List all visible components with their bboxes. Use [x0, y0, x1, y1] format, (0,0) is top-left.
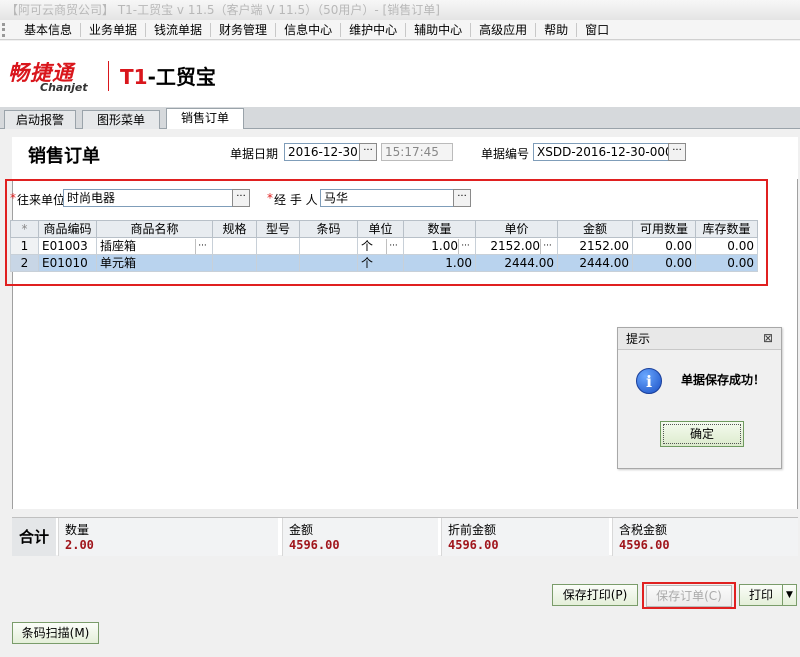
date-field[interactable]: 2016-12-30: [284, 143, 360, 161]
print-dropdown-arrow-icon[interactable]: ▼: [782, 584, 797, 606]
date-label: 单据日期: [230, 147, 279, 161]
page-title: 销售订单: [28, 146, 100, 167]
total-pre-discount-value: 4596.00: [448, 538, 499, 552]
doc-no-field[interactable]: XSDD-2016-12-30-00001: [533, 143, 669, 161]
save-print-button[interactable]: 保存打印(P): [552, 584, 638, 606]
menu-window[interactable]: 窗口: [577, 23, 617, 37]
product-name: T1-工贸宝: [120, 61, 216, 90]
brand-logo-en: Chanjet: [40, 81, 88, 94]
total-amount-value: 4596.00: [289, 538, 340, 552]
menu-aux-center[interactable]: 辅助中心: [406, 22, 472, 37]
total-qty-value: 2.00: [65, 538, 94, 552]
totals-bar: 合计 数量 2.00 金额 4596.00 折前金额 4596.00 含税金额 …: [12, 517, 798, 556]
total-tax-included: 含税金额 4596.00: [612, 518, 798, 556]
brand-bar: 畅捷通 Chanjet T1-工贸宝: [0, 41, 800, 107]
menu-bar: 基本信息 业务单据 钱流单据 财务管理 信息中心 维护中心 辅助中心 高级应用 …: [0, 20, 800, 40]
window-title: 【阿可云商贸公司】 T1-工贸宝 v 11.5（客户端 V 11.5）（50用户…: [0, 0, 800, 20]
menu-advanced[interactable]: 高级应用: [471, 22, 537, 37]
highlight-box-form: [5, 179, 768, 286]
save-order-button[interactable]: 保存订单(C): [646, 585, 732, 607]
total-tax-included-label: 含税金额: [619, 523, 668, 537]
total-qty-label: 数量: [65, 523, 90, 537]
time-field: 15:17:45: [381, 143, 453, 161]
barcode-scan-button[interactable]: 条码扫描(M): [12, 622, 99, 644]
tab-bar: 启动报警 图形菜单 销售订单: [0, 107, 800, 129]
menu-basic-info[interactable]: 基本信息: [16, 22, 82, 37]
doc-no-label: 单据编号: [481, 147, 530, 161]
menubar-grip-icon: [2, 22, 16, 37]
menu-finance[interactable]: 财务管理: [211, 22, 277, 37]
tab-startup-alarm[interactable]: 启动报警: [4, 110, 76, 129]
product-suffix: -工贸宝: [147, 65, 216, 89]
menu-maintenance[interactable]: 维护中心: [341, 22, 407, 37]
menu-business-docs[interactable]: 业务单据: [81, 22, 147, 37]
info-dialog: 提示 ⊠ i 单据保存成功！ 确定: [617, 327, 782, 469]
brand-divider: [108, 61, 109, 91]
ok-button[interactable]: 确定: [660, 421, 744, 447]
totals-label: 合计: [12, 518, 56, 556]
total-pre-discount: 折前金额 4596.00: [441, 518, 609, 556]
total-tax-included-value: 4596.00: [619, 538, 670, 552]
print-button[interactable]: 打印: [739, 584, 783, 606]
sales-order-form: 销售订单 单据日期 2016-12-30 ··· 15:17:45 单据编号 X…: [0, 129, 800, 657]
menu-info-center[interactable]: 信息中心: [276, 22, 342, 37]
total-amount-label: 金额: [289, 523, 314, 537]
dialog-title: 提示: [618, 328, 781, 350]
info-icon: i: [636, 368, 662, 394]
total-qty: 数量 2.00: [58, 518, 278, 556]
total-amount: 金额 4596.00: [282, 518, 438, 556]
product-prefix: T1: [120, 65, 148, 89]
tab-graphic-menu[interactable]: 图形菜单: [82, 110, 160, 129]
total-pre-discount-label: 折前金额: [448, 523, 497, 537]
menu-cashflow-docs[interactable]: 钱流单据: [146, 22, 212, 37]
menu-help[interactable]: 帮助: [536, 22, 578, 37]
date-picker-button[interactable]: ···: [359, 143, 377, 161]
close-icon[interactable]: ⊠: [763, 331, 773, 345]
doc-no-lookup-button[interactable]: ···: [668, 143, 686, 161]
tab-sales-order[interactable]: 销售订单: [166, 108, 244, 129]
dialog-message: 单据保存成功！: [681, 373, 766, 387]
